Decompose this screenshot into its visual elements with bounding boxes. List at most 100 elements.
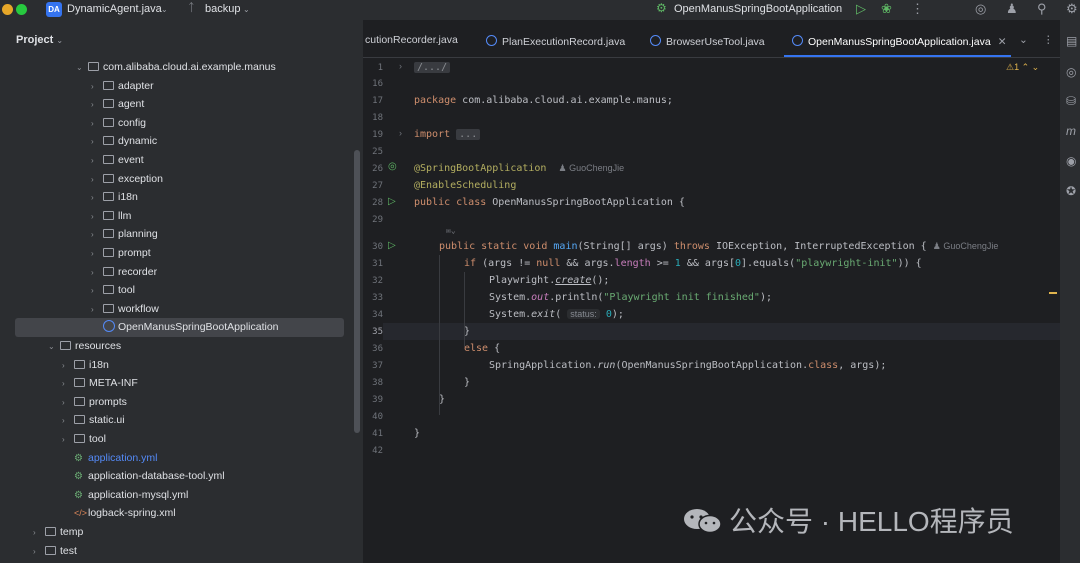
database-icon[interactable]: ⛁ — [1066, 94, 1076, 108]
chevron-down-icon[interactable]: ⌄ — [834, 5, 841, 14]
project-badge[interactable]: DA — [46, 2, 62, 17]
ai-assistant-icon[interactable]: ◎ — [975, 1, 986, 17]
tab-browser-use-tool[interactable]: BrowserUseTool.java — [650, 34, 765, 48]
tree-item[interactable]: › config — [91, 114, 146, 132]
chevron-right-icon[interactable]: › — [62, 375, 74, 393]
tabs-dropdown-icon[interactable]: ⌄ — [1019, 34, 1028, 46]
add-user-icon[interactable]: ♟ — [1006, 1, 1018, 17]
more-icon[interactable]: ⋮ — [911, 1, 924, 17]
chevron-right-icon[interactable]: › — [91, 189, 103, 207]
plugin-icon[interactable]: ✪ — [1066, 184, 1076, 198]
folder-icon — [103, 136, 114, 146]
maximize-button[interactable] — [16, 4, 27, 15]
tree-item[interactable]: › temp — [33, 523, 83, 541]
run-icon[interactable]: ▷ — [856, 1, 866, 17]
tree-item[interactable]: › test — [33, 542, 77, 560]
tree-item[interactable]: › event — [91, 151, 144, 169]
run-gutter-icon[interactable]: ▷ — [388, 196, 396, 207]
project-selector[interactable]: DynamicAgent.java — [67, 3, 162, 15]
tree-item[interactable]: </>logback-spring.xml — [62, 504, 176, 522]
tree-item[interactable]: › dynamic — [91, 132, 157, 150]
chevron-right-icon[interactable]: › — [91, 152, 103, 170]
chevron-right-icon[interactable]: › — [33, 543, 45, 561]
code-line-39: } — [439, 394, 446, 405]
tree-item[interactable]: › workflow — [91, 300, 159, 318]
tree-item[interactable]: › static.ui — [62, 411, 125, 429]
maven-icon[interactable]: m — [1066, 124, 1076, 138]
project-scrollbar[interactable] — [354, 150, 360, 433]
author-inlay[interactable]: ♟ GuoChengJie — [559, 163, 625, 173]
chevron-right-icon[interactable]: › — [91, 171, 103, 189]
run-configuration-selector[interactable]: OpenManusSpringBootApplication — [674, 3, 842, 15]
fold-arrow-icon[interactable]: › — [399, 61, 402, 71]
tree-item[interactable]: › exception — [91, 170, 163, 188]
chevron-down-icon[interactable]: ⌄ — [243, 5, 250, 14]
tree-item[interactable]: OpenManusSpringBootApplication — [91, 318, 279, 336]
tree-item[interactable]: › tool — [62, 430, 106, 448]
code-editor[interactable]: cutionRecorder.java PlanExecutionRecord.… — [363, 20, 1060, 563]
inlay-hint-icon[interactable]: ✉⌄ — [446, 226, 456, 235]
tree-item[interactable]: › agent — [91, 95, 144, 113]
tree-item[interactable]: ⌄ com.alibaba.cloud.ai.example.manus — [76, 58, 276, 76]
gradle-icon[interactable]: ◉ — [1066, 154, 1076, 168]
chevron-down-icon[interactable]: ⌄ — [76, 59, 88, 77]
chevron-right-icon[interactable]: › — [91, 264, 103, 282]
tree-item[interactable]: › i18n — [62, 356, 109, 374]
tree-item[interactable]: ⚙ application-database-tool.yml — [62, 467, 225, 485]
tree-item-label: i18n — [89, 358, 109, 371]
tab-open-manus-app[interactable]: OpenManusSpringBootApplication.java ✕ — [792, 34, 1007, 48]
search-icon[interactable]: ⚲ — [1037, 1, 1047, 17]
ai-chat-icon[interactable]: ◎ — [1066, 65, 1076, 79]
chevron-right-icon[interactable]: › — [62, 357, 74, 375]
tree-item[interactable]: ⌄ resources — [48, 337, 121, 355]
tree-item[interactable]: › recorder — [91, 263, 157, 281]
chevron-right-icon[interactable]: › — [91, 78, 103, 96]
tab-plan-execution-record[interactable]: PlanExecutionRecord.java — [486, 34, 625, 48]
tree-item[interactable]: › adapter — [91, 77, 154, 95]
code-line-27: @EnableScheduling — [414, 180, 517, 191]
chevron-down-icon[interactable]: ⌄ — [48, 338, 60, 356]
run-gutter-icon[interactable]: ▷ — [388, 240, 396, 251]
tree-item[interactable]: ⚙ application-mysql.yml — [62, 486, 188, 504]
project-panel-title[interactable]: Project ⌄ — [16, 34, 63, 46]
warning-marker[interactable] — [1049, 292, 1057, 294]
notifications-icon[interactable]: ▤ — [1066, 34, 1077, 48]
warning-indicator[interactable]: ⚠1 ⌃ ⌄ — [1006, 62, 1039, 73]
run-gutter-icon[interactable]: ◎ — [388, 161, 397, 172]
chevron-right-icon[interactable]: › — [33, 524, 45, 542]
tab-execution-recorder[interactable]: cutionRecorder.java — [365, 34, 458, 46]
chevron-right-icon[interactable]: › — [62, 412, 74, 430]
minimize-button[interactable] — [2, 4, 13, 15]
tree-item[interactable]: › planning — [91, 225, 158, 243]
folder-icon — [103, 80, 114, 90]
tree-item[interactable]: ⚙ application.yml — [62, 449, 157, 467]
chevron-right-icon[interactable]: › — [62, 394, 74, 412]
more-icon[interactable]: ⋮ — [1043, 34, 1054, 46]
tree-item[interactable]: › tool — [91, 281, 135, 299]
author-inlay[interactable]: ♟ GuoChengJie — [933, 241, 999, 251]
chevron-right-icon[interactable]: › — [91, 226, 103, 244]
tree-item[interactable]: › i18n — [91, 188, 138, 206]
chevron-right-icon[interactable]: › — [91, 115, 103, 133]
tree-item[interactable]: › META-INF — [62, 374, 138, 392]
line-number: 25 — [372, 147, 383, 157]
chevron-right-icon[interactable]: › — [91, 245, 103, 263]
chevron-right-icon[interactable]: › — [91, 133, 103, 151]
branch-selector[interactable]: backup — [205, 3, 240, 15]
gear-icon[interactable]: ⚙ — [1066, 1, 1078, 17]
tree-item-label: workflow — [118, 302, 159, 315]
line-number: 16 — [372, 79, 383, 89]
chevron-right-icon[interactable]: › — [62, 431, 74, 449]
chevron-right-icon[interactable]: › — [91, 301, 103, 319]
chevron-down-icon[interactable]: ⌄ — [161, 5, 168, 14]
chevron-right-icon[interactable]: › — [91, 208, 103, 226]
tree-item[interactable]: › prompts — [62, 393, 127, 411]
close-icon[interactable]: ✕ — [998, 36, 1007, 48]
tree-item[interactable]: › llm — [91, 207, 131, 225]
fold-arrow-icon[interactable]: › — [399, 128, 402, 138]
folder-icon — [88, 62, 99, 71]
tree-item[interactable]: › prompt — [91, 244, 151, 262]
chevron-right-icon[interactable]: › — [91, 96, 103, 114]
debug-icon[interactable]: ❀ — [881, 1, 892, 17]
chevron-right-icon[interactable]: › — [91, 282, 103, 300]
